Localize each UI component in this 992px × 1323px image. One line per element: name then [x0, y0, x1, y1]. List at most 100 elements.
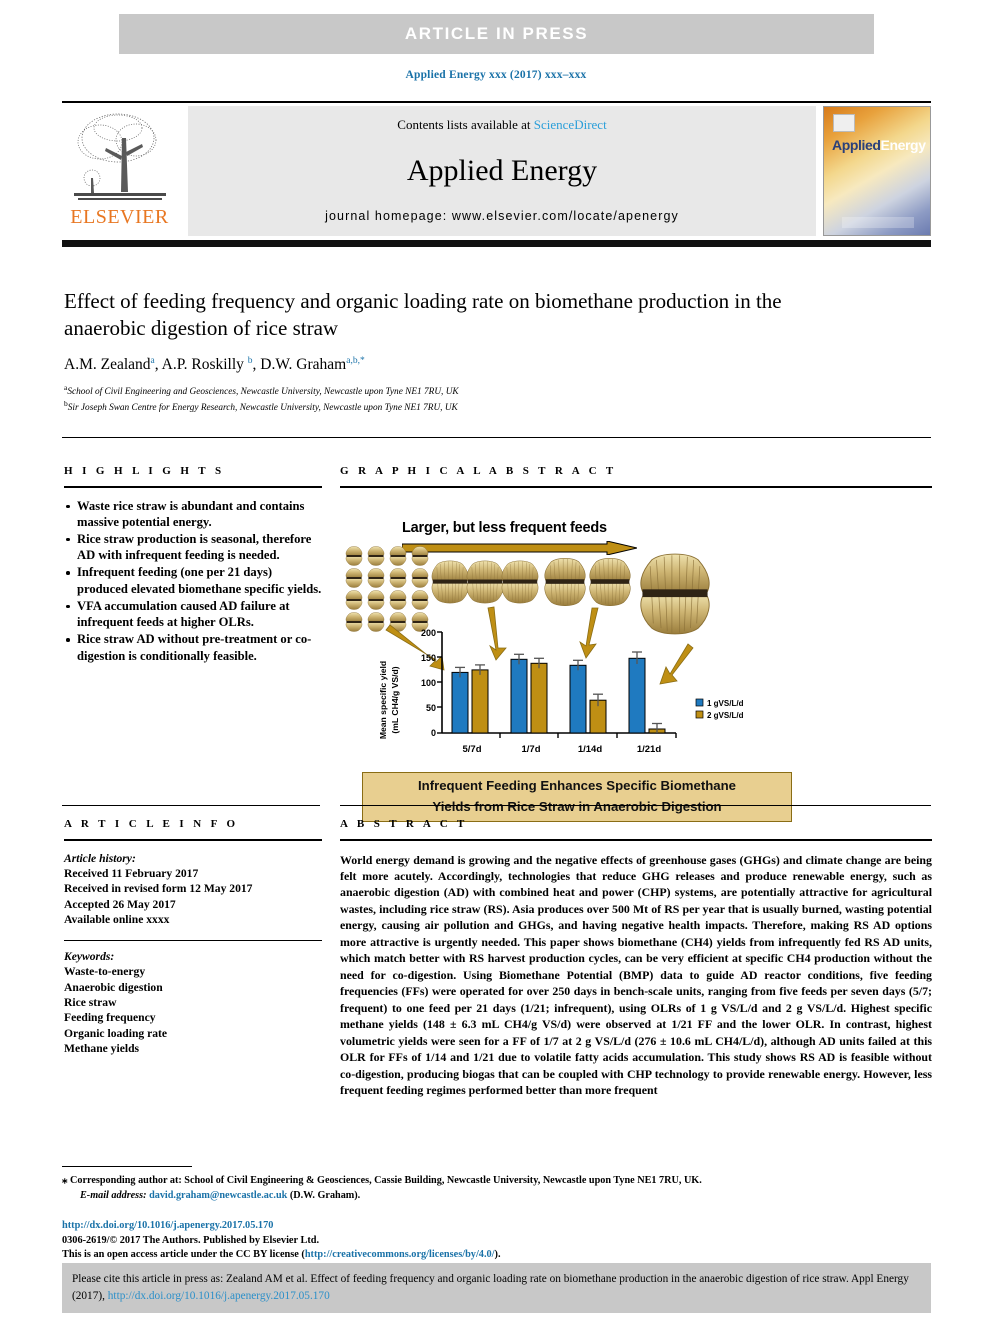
affiliation-b: bSir Joseph Swan Centre for Energy Resea… [64, 399, 864, 416]
list-item: VFA accumulation caused AD failure at in… [64, 598, 322, 630]
license-suffix: ). [494, 1249, 501, 1261]
cover-title-applied: Applied [832, 137, 881, 153]
footnote-rule [62, 1166, 192, 1168]
graphical-abstract-heading: G R A P H I C A L A B S T R A C T [340, 465, 617, 477]
abstract-rule [340, 839, 932, 841]
keywords-block: Keywords: Waste-to-energy Anaerobic dige… [64, 949, 322, 1057]
affiliation-text-b: Sir Joseph Swan Centre for Energy Resear… [67, 403, 458, 414]
email-line: E-mail address: david.graham@newcastle.a… [62, 1189, 931, 1204]
page-title: Effect of feeding frequency and organic … [64, 289, 782, 341]
xtick-label: 1/14d [578, 744, 602, 755]
highlights-section: H I G H L I G H T S Waste rice straw is … [64, 465, 322, 665]
abstract-text: World energy demand is growing and the n… [340, 852, 932, 1098]
license-line: This is an open access article under the… [62, 1248, 931, 1263]
affiliation-a: aSchool of Civil Engineering and Geoscie… [64, 383, 864, 400]
cover-footer-band [842, 217, 914, 228]
article-history: Article history: Received 11 February 20… [64, 851, 322, 928]
legend-label-series2: 2 gVS/L/d [707, 711, 744, 720]
list-item: Rice straw AD without pre-treatment or c… [64, 631, 322, 663]
highlights-heading: H I G H L I G H T S [64, 465, 225, 477]
cover-publisher-icon [833, 114, 855, 132]
right-column-divider [340, 805, 931, 806]
affiliation-text-a: School of Civil Engineering and Geoscien… [67, 386, 459, 397]
ytick-150: 150 [421, 653, 436, 663]
article-info-heading: A R T I C L E I N F O [64, 818, 239, 830]
chart-ylabel-line2: (mL CH4/g VS/d) [390, 666, 400, 733]
sciencedirect-link[interactable]: ScienceDirect [534, 117, 607, 132]
keyword-item: Methane yields [64, 1042, 140, 1056]
citation-doi-link[interactable]: http://dx.doi.org/10.1016/j.apenergy.201… [108, 1290, 330, 1302]
xtick-label: 1/7d [521, 744, 540, 755]
straw-group-medium-three [431, 559, 539, 604]
article-info-rule [64, 839, 322, 841]
chart-ylabel-line1: Mean specific yield [378, 660, 388, 738]
ytick-100: 100 [421, 678, 436, 688]
journal-cover-thumbnail: AppliedEnergy [823, 106, 931, 236]
history-received: Received 11 February 2017 [64, 866, 199, 880]
title-bottom-rule [62, 437, 931, 438]
keywords-label: Keywords: [64, 949, 115, 963]
issn-copyright: 0306-2619/© 2017 The Authors. Published … [62, 1234, 320, 1246]
article-in-press-banner: ARTICLE IN PRESS [119, 14, 874, 54]
abstract-section: A B S T R A C T World energy demand is g… [340, 818, 932, 1099]
keyword-item: Organic loading rate [64, 1026, 168, 1040]
title-block: Effect of feeding frequency and organic … [64, 288, 864, 416]
author-name-3[interactable]: D.W. Graham [260, 356, 346, 373]
citation-box: Please cite this article in press as: Ze… [62, 1263, 931, 1313]
cover-title-energy: Energy [880, 137, 926, 153]
author-mark-3: a,b,* [346, 355, 365, 366]
callout-line-2: Yields from Rice Straw in Anaerobic Dige… [432, 798, 722, 814]
list-item: Infrequent feeding (one per 21 days) pro… [64, 564, 322, 596]
email-owner: (D.W. Graham). [289, 1189, 361, 1201]
author-mark-1: a [150, 355, 155, 366]
chart-legend: 1 gVS/L/d 2 gVS/L/d [695, 698, 744, 720]
cover-title: AppliedEnergy [832, 137, 926, 153]
elsevier-wordmark: ELSEVIER [70, 206, 169, 228]
corresponding-author-note: ⁎ Corresponding author at: School of Civ… [62, 1173, 931, 1204]
highlights-list: Waste rice straw is abundant and contain… [64, 498, 322, 664]
article-info-section: A R T I C L E I N F O Article history: R… [64, 818, 322, 1057]
xtick-label: 5/7d [462, 744, 481, 755]
list-item: Rice straw production is seasonal, there… [64, 531, 322, 563]
graphical-abstract-figure: Larger, but less frequent feeds Mean spe… [340, 494, 932, 822]
straw-group-small [345, 545, 429, 632]
contents-panel: Contents lists available at ScienceDirec… [188, 106, 816, 236]
author-list: A.M. Zealanda, A.P. Roskilly b, D.W. Gra… [64, 355, 365, 373]
ytick-0: 0 [431, 728, 436, 738]
license-link[interactable]: http://creativecommons.org/licenses/by/4… [305, 1249, 495, 1260]
article-first-page: ARTICLE IN PRESS Applied Energy xxx (201… [0, 0, 992, 1323]
author-name-2[interactable]: A.P. Roskilly [162, 356, 244, 373]
keyword-item: Waste-to-energy [64, 965, 146, 979]
masthead-bottom-rule [62, 240, 931, 247]
legend-swatch-series2 [695, 710, 704, 718]
journal-reference: Applied Energy xxx (2017) xxx–xxx [405, 69, 587, 81]
corresponding-author-text: Corresponding author at: School of Civil… [70, 1175, 702, 1186]
callout-line-1: Infrequent Feeding Enhances Specific Bio… [417, 778, 737, 794]
history-online: Available online xxxx [64, 913, 170, 927]
highlights-rule [64, 486, 322, 488]
history-accepted: Accepted 26 May 2017 [64, 897, 176, 911]
straw-group-medium-two [544, 557, 631, 606]
journal-masthead: ELSEVIER Contents lists available at Sci… [62, 106, 931, 236]
article-in-press-label: ARTICLE IN PRESS [404, 24, 589, 43]
contents-prefix: Contents lists available at [397, 117, 534, 132]
masthead-top-rule [62, 101, 931, 103]
bar-chart: Mean specific yield (mL CH4/g VS/d) 200 … [378, 628, 744, 755]
license-prefix: This is an open access article under the… [62, 1249, 305, 1261]
keyword-item: Anaerobic digestion [64, 980, 163, 994]
elsevier-logo: ELSEVIER [62, 106, 177, 236]
list-item: Waste rice straw is abundant and contain… [64, 498, 322, 530]
xtick-label: 1/21d [637, 744, 661, 755]
keyword-item: Rice straw [64, 996, 117, 1010]
contents-available-line: Contents lists available at ScienceDirec… [397, 117, 606, 133]
left-column-divider [62, 805, 320, 806]
email-link[interactable]: david.graham@newcastle.ac.uk [149, 1190, 287, 1201]
keywords-divider [64, 939, 322, 941]
author-name-1[interactable]: A.M. Zealand [64, 356, 151, 373]
graphical-abstract-rule [340, 486, 932, 488]
affiliations: aSchool of Civil Engineering and Geoscie… [64, 383, 864, 416]
abstract-heading: A B S T R A C T [340, 818, 468, 830]
doi-link[interactable]: http://dx.doi.org/10.1016/j.apenergy.201… [62, 1219, 931, 1234]
journal-homepage[interactable]: journal homepage: www.elsevier.com/locat… [325, 209, 679, 223]
keyword-item: Feeding frequency [64, 1011, 156, 1025]
